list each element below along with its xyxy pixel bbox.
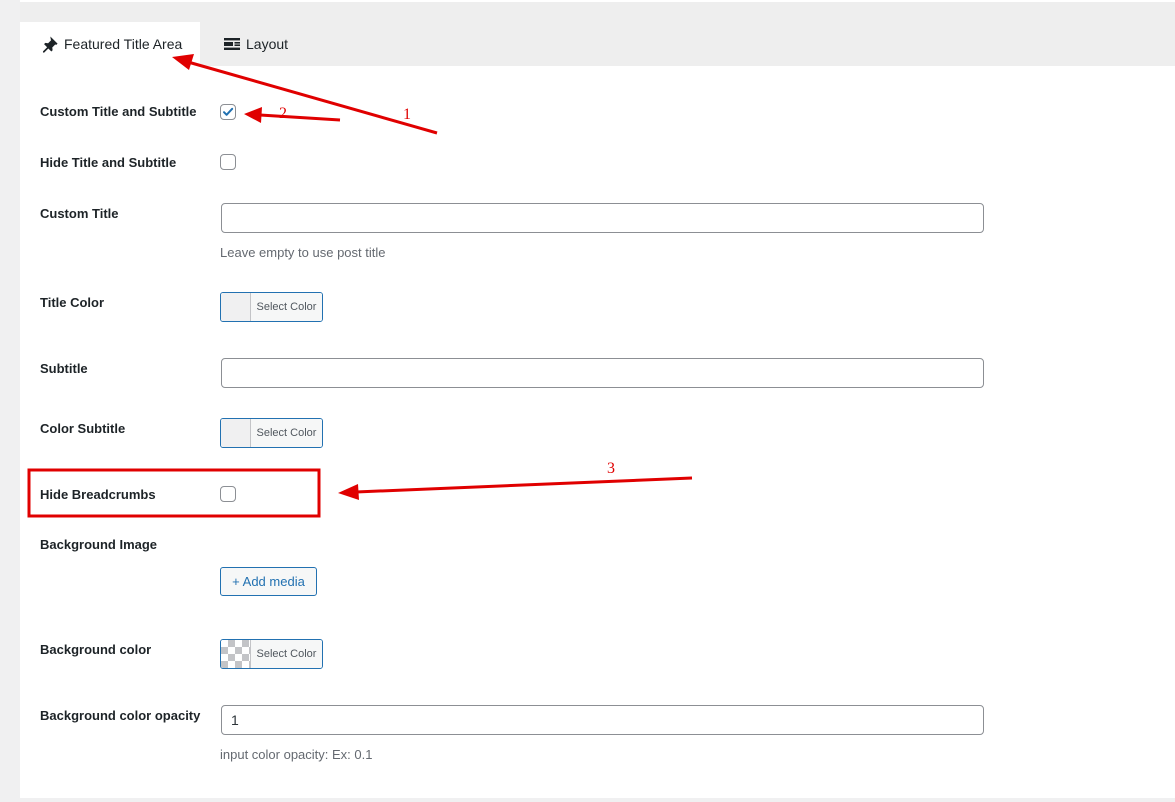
color-swatch <box>221 419 251 447</box>
subtitle-input[interactable] <box>221 358 984 388</box>
hide-breadcrumbs-label: Hide Breadcrumbs <box>40 487 156 502</box>
tab-featured-title-area[interactable]: Featured Title Area <box>20 22 200 66</box>
tab-label: Layout <box>246 36 289 52</box>
title-color-picker-button[interactable]: Select Color <box>220 292 323 322</box>
subtitle-color-picker-button[interactable]: Select Color <box>220 418 323 448</box>
select-color-label: Select Color <box>251 293 322 321</box>
background-image-label: Background Image <box>40 537 158 552</box>
transparent-swatch <box>221 640 251 668</box>
pin-icon <box>40 34 60 54</box>
hide-breadcrumbs-checkbox[interactable] <box>220 486 236 502</box>
hide-title-subtitle-label: Hide Title and Subtitle <box>40 155 177 170</box>
select-color-label: Select Color <box>251 640 322 668</box>
color-swatch <box>221 293 251 321</box>
select-color-label: Select Color <box>251 419 322 447</box>
title-color-label: Title Color <box>40 295 105 310</box>
custom-title-label: Custom Title <box>40 206 119 221</box>
add-media-button[interactable]: + Add media <box>220 567 317 596</box>
background-opacity-hint: input color opacity: Ex: 0.1 <box>220 747 373 762</box>
subtitle-label: Subtitle <box>40 361 88 376</box>
background-color-picker-button[interactable]: Select Color <box>220 639 323 669</box>
background-color-label: Background color <box>40 642 152 657</box>
color-subtitle-label: Color Subtitle <box>40 421 126 436</box>
layout-icon <box>222 34 242 54</box>
hide-title-subtitle-checkbox[interactable] <box>220 154 236 170</box>
background-opacity-label: Background color opacity <box>40 708 201 723</box>
page: Featured Title Area Layout Custom Title … <box>0 0 1175 802</box>
custom-title-input[interactable] <box>221 203 984 233</box>
tab-label: Featured Title Area <box>64 36 183 52</box>
background-opacity-input[interactable] <box>221 705 984 735</box>
settings-panel <box>20 66 1175 798</box>
custom-title-subtitle-label: Custom Title and Subtitle <box>40 104 197 119</box>
custom-title-hint: Leave empty to use post title <box>220 245 386 260</box>
checkmark-icon <box>223 107 234 116</box>
tab-layout[interactable]: Layout <box>222 22 288 66</box>
custom-title-subtitle-checkbox[interactable] <box>220 104 236 120</box>
